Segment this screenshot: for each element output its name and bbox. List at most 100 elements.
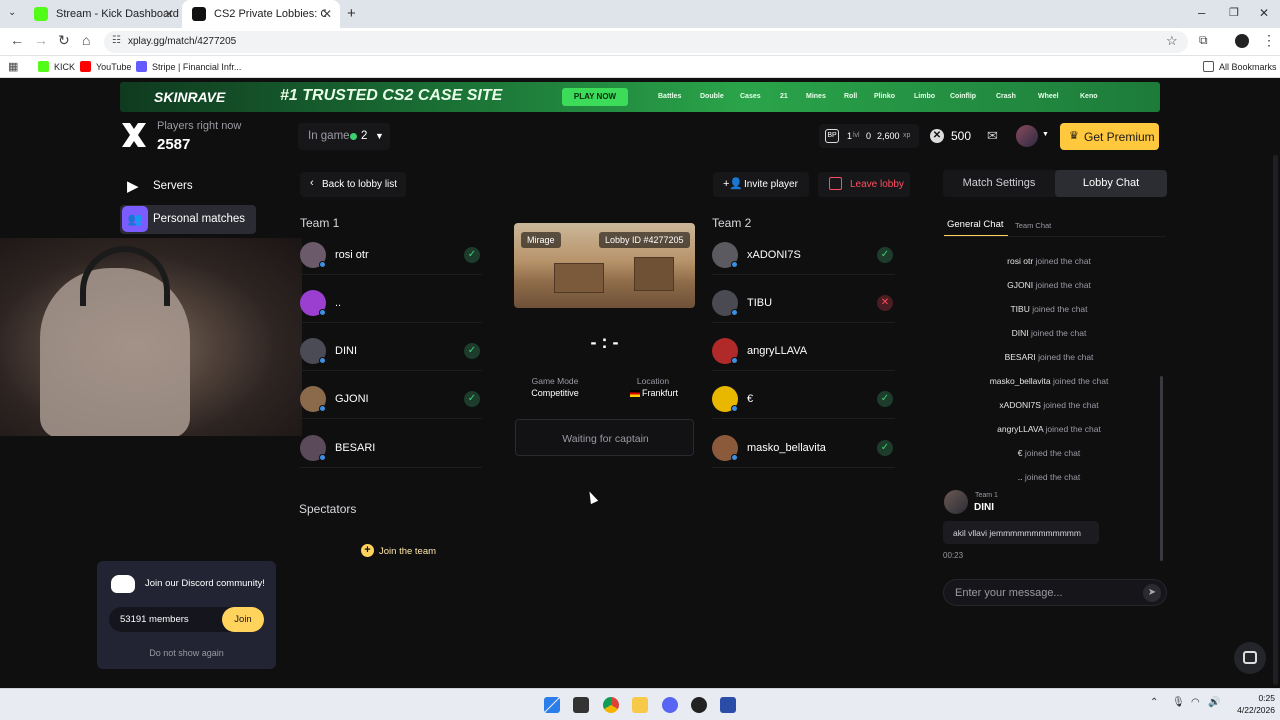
player-name[interactable]: angryLLAVA bbox=[747, 345, 807, 357]
all-bookmarks[interactable]: All Bookmarks bbox=[1203, 61, 1277, 72]
online-status-dot bbox=[319, 309, 326, 316]
chat-join-notice: BESARI joined the chat bbox=[944, 352, 1154, 362]
user-avatar[interactable] bbox=[1016, 125, 1038, 147]
nav-servers[interactable]: ▶ Servers bbox=[120, 174, 256, 200]
chrome-icon[interactable] bbox=[603, 697, 619, 713]
apps-grid-icon[interactable]: ▦ bbox=[8, 60, 18, 73]
file-explorer-icon[interactable] bbox=[632, 697, 648, 713]
address-bar-row: ← → ↻ ⌂ ☷ xplay.gg/match/4277205 ☆ ⧉ ⋮ bbox=[0, 28, 1280, 56]
get-premium-button[interactable]: ♛ Get Premium bbox=[1060, 123, 1159, 150]
player-name[interactable]: xADONI7S bbox=[747, 249, 801, 261]
game-mode-label: Game Mode bbox=[531, 376, 579, 386]
windows-start-icon[interactable] bbox=[544, 697, 560, 713]
in-game-dropdown[interactable]: In game 2 ▼ bbox=[298, 123, 390, 150]
player-name[interactable]: .. bbox=[335, 297, 341, 309]
close-tab-icon[interactable]: ✕ bbox=[164, 7, 174, 21]
app-icon[interactable] bbox=[720, 697, 736, 713]
subtab-team-chat[interactable]: Team Chat bbox=[1015, 221, 1051, 230]
row-divider bbox=[712, 322, 895, 323]
back-icon[interactable]: ← bbox=[10, 32, 24, 48]
bookmark-star-icon[interactable]: ☆ bbox=[1166, 33, 1178, 49]
microphone-icon[interactable]: 🎙 bbox=[1172, 697, 1185, 708]
leave-lobby-button[interactable]: Leave lobby bbox=[818, 172, 910, 197]
mail-icon[interactable]: ✉ bbox=[987, 128, 998, 144]
discord-join-button[interactable]: Join bbox=[222, 607, 264, 632]
player-name[interactable]: masko_bellavita bbox=[747, 442, 826, 454]
home-icon[interactable]: ⌂ bbox=[82, 32, 90, 48]
player-name[interactable]: DINI bbox=[335, 345, 357, 357]
back-to-lobby-button[interactable]: ‹ Back to lobby list bbox=[300, 172, 406, 197]
chat-scrollbar[interactable] bbox=[1160, 376, 1163, 561]
forward-icon[interactable]: → bbox=[34, 32, 48, 48]
clock-time[interactable]: 0:25 bbox=[1225, 693, 1275, 703]
reload-icon[interactable]: ↻ bbox=[58, 32, 70, 49]
tab-cs2-lobbies[interactable]: CS2 Private Lobbies: Custom M ✕ bbox=[182, 0, 340, 28]
player-name[interactable]: € bbox=[747, 393, 753, 405]
chat-input[interactable]: Enter your message... ➤ bbox=[943, 579, 1167, 606]
task-view-icon[interactable] bbox=[573, 697, 589, 713]
profile-avatar[interactable] bbox=[1235, 34, 1249, 48]
online-status-dot bbox=[731, 357, 738, 364]
discord-taskbar-icon[interactable] bbox=[662, 697, 678, 713]
extensions-icon[interactable]: ⧉ bbox=[1199, 33, 1208, 48]
restore-button[interactable]: ❐ bbox=[1229, 6, 1239, 19]
tab-match-settings[interactable]: Match Settings bbox=[943, 177, 1055, 189]
site-info-icon[interactable]: ☷ bbox=[112, 35, 121, 46]
skinrave-ad-banner[interactable]: SKINRAVE #1 TRUSTED CS2 CASE SITE PLAY N… bbox=[120, 82, 1160, 112]
row-divider bbox=[712, 418, 895, 419]
online-status-dot bbox=[731, 454, 738, 461]
match-score: - : - bbox=[590, 332, 619, 352]
team1-title: Team 1 bbox=[300, 216, 340, 230]
url-field[interactable]: ☷ xplay.gg/match/4277205 ☆ bbox=[104, 31, 1188, 53]
nav-label: Personal matches bbox=[153, 213, 246, 225]
subtab-general-chat[interactable]: General Chat bbox=[947, 219, 1004, 230]
banner-category: Double bbox=[700, 93, 724, 100]
avatar-chevron-icon[interactable]: ▼ bbox=[1042, 131, 1049, 138]
menu-icon[interactable]: ⋮ bbox=[1262, 32, 1276, 49]
in-game-count: 2 bbox=[361, 130, 368, 142]
back-label: Back to lobby list bbox=[322, 179, 398, 190]
clock-date[interactable]: 4/22/2026 bbox=[1225, 705, 1275, 715]
map-crate bbox=[634, 257, 674, 291]
chat-join-notice: masko_bellavita joined the chat bbox=[944, 376, 1154, 386]
invite-player-button[interactable]: +👤 Invite player bbox=[713, 172, 809, 197]
tray-chevron-icon[interactable]: ⌃ bbox=[1150, 697, 1158, 708]
obs-icon[interactable] bbox=[691, 697, 707, 713]
banner-category: Cases bbox=[740, 93, 761, 100]
banner-category: Mines bbox=[806, 93, 826, 100]
chat-join-notice: € joined the chat bbox=[944, 448, 1154, 458]
player-name[interactable]: TIBU bbox=[747, 297, 772, 309]
tab-list-chevron-icon[interactable]: ⌄ bbox=[8, 7, 16, 18]
chat-message-bubble: akil vllavi jemmmmmmmmmmmm bbox=[943, 521, 1099, 544]
banner-play-now-button[interactable]: PLAY NOW bbox=[562, 88, 628, 106]
support-chat-launcher[interactable] bbox=[1234, 642, 1266, 674]
minimize-button[interactable]: – bbox=[1198, 5, 1205, 20]
volume-icon[interactable]: 🔊 bbox=[1208, 697, 1220, 708]
nav-personal-matches[interactable]: 👥 Personal matches bbox=[120, 205, 256, 234]
leave-label: Leave lobby bbox=[850, 179, 904, 190]
chat-message-user: DINI bbox=[974, 502, 994, 513]
join-team-button[interactable]: + Join the team bbox=[361, 543, 441, 559]
new-tab-button[interactable]: + bbox=[347, 5, 356, 22]
close-window-button[interactable]: ✕ bbox=[1259, 6, 1269, 20]
players-now-label: Players right now bbox=[157, 120, 242, 132]
chat-input-placeholder: Enter your message... bbox=[955, 587, 1063, 599]
send-icon[interactable]: ➤ bbox=[1143, 584, 1161, 602]
player-name[interactable]: rosi otr bbox=[335, 249, 369, 261]
tab-lobby-chat[interactable]: Lobby Chat bbox=[1055, 170, 1167, 197]
bookmark-kick[interactable]: KICK bbox=[38, 61, 75, 72]
bookmark-stripe[interactable]: Stripe | Financial Infr... bbox=[136, 61, 241, 72]
player-name[interactable]: GJONI bbox=[335, 393, 369, 405]
player-name[interactable]: BESARI bbox=[335, 442, 375, 454]
xplay-logo-icon[interactable] bbox=[120, 121, 148, 149]
page-scrollbar[interactable] bbox=[1273, 155, 1278, 685]
wifi-icon[interactable]: ◠ bbox=[1191, 697, 1200, 708]
chat-join-suffix: joined the chat bbox=[1045, 424, 1101, 434]
discord-dismiss-link[interactable]: Do not show again bbox=[97, 648, 276, 658]
bookmarks-bar: ▦ KICK YouTube Stripe | Financial Infr..… bbox=[0, 56, 1280, 78]
chat-join-notice: TIBU joined the chat bbox=[944, 304, 1154, 314]
chat-join-user: masko_bellavita bbox=[989, 376, 1051, 386]
bookmark-youtube[interactable]: YouTube bbox=[80, 61, 131, 72]
tab-kick-dashboard[interactable]: Stream - Kick Dashboard ✕ bbox=[24, 0, 182, 28]
close-tab-icon[interactable]: ✕ bbox=[322, 7, 332, 21]
